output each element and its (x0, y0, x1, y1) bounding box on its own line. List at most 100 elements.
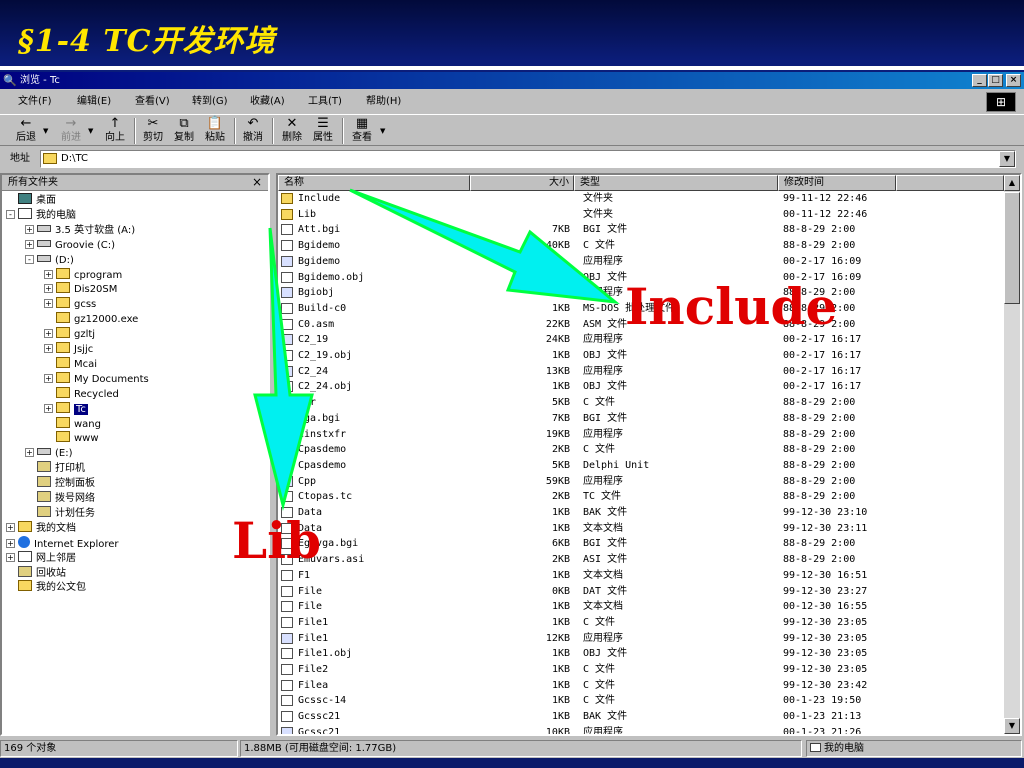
file-row[interactable]: File1 12KB 应用程序 99-12-30 23:05 (278, 631, 1004, 647)
close-button[interactable]: × (1006, 74, 1021, 87)
tree-node[interactable]: Recycled (44, 386, 119, 402)
expand-icon[interactable]: + (25, 224, 34, 234)
vertical-scrollbar[interactable]: ▲ ▼ (1004, 175, 1020, 734)
tree-node[interactable]: + Groovie (C:) (25, 238, 115, 253)
file-row[interactable]: Filea 1KB C 文件 99-12-30 23:42 (278, 678, 1004, 694)
up-button[interactable]: ↑ 向上 (100, 116, 130, 146)
tree-node[interactable]: www (44, 431, 99, 446)
file-row[interactable]: Bgidemo 应用程序 00-2-17 16:09 (278, 254, 1004, 270)
tree-node[interactable]: + My Documents (44, 371, 149, 387)
file-row[interactable]: Lib 文件夹 00-11-12 22:46 (278, 207, 1004, 223)
tree-node[interactable]: 回收站 (6, 565, 66, 581)
file-row[interactable]: Data 1KB 文本文档 99-12-30 23:11 (278, 521, 1004, 537)
expand-icon[interactable]: + (44, 403, 53, 413)
menu-help[interactable]: 帮助(H) (366, 95, 401, 109)
file-row[interactable]: File1.obj 1KB OBJ 文件 99-12-30 23:05 (278, 646, 1004, 662)
scroll-down-button[interactable]: ▼ (1004, 718, 1020, 734)
tree-node[interactable]: - 我的电脑 (6, 207, 76, 223)
undo-button[interactable]: ↶ 撤消 (239, 116, 267, 146)
delete-button[interactable]: ✕ 删除 (278, 116, 306, 146)
tree-node[interactable]: + Dis20SM (44, 282, 117, 297)
expand-icon[interactable]: + (44, 284, 53, 294)
file-row[interactable]: Bgidemo 40KB C 文件 88-8-29 2:00 (278, 238, 1004, 254)
column-header-type[interactable]: 类型 (574, 175, 778, 191)
menu-file[interactable]: 文件(F) (18, 95, 52, 109)
file-row[interactable]: Car 5KB C 文件 88-8-29 2:00 (278, 395, 1004, 411)
tree-node[interactable]: + gzltj (44, 327, 95, 342)
file-row[interactable]: Cpp 59KB 应用程序 88-8-29 2:00 (278, 474, 1004, 490)
file-row[interactable]: Cinstxfr 19KB 应用程序 88-8-29 2:00 (278, 427, 1004, 443)
menu-edit[interactable]: 编辑(E) (77, 95, 111, 109)
close-pane-icon[interactable]: × (252, 175, 262, 190)
tree-node[interactable]: 拨号网络 (25, 491, 95, 506)
file-row[interactable]: Egavga.bgi 6KB BGI 文件 88-8-29 2:00 (278, 536, 1004, 552)
copy-button[interactable]: ⧉ 复制 (170, 116, 198, 146)
file-row[interactable]: Emuvars.asi 2KB ASI 文件 88-8-29 2:00 (278, 552, 1004, 568)
tree-node[interactable]: 计划任务 (25, 505, 95, 521)
paste-button[interactable]: 📋 粘贴 (201, 116, 229, 146)
menu-view[interactable]: 查看(V) (135, 95, 170, 109)
tree-node[interactable]: +3.5 英寸软盘 (A:) (25, 223, 135, 238)
file-row[interactable]: File 1KB 文本文档 00-12-30 16:55 (278, 599, 1004, 615)
tree-node[interactable]: + (E:) (25, 446, 73, 461)
column-header-size[interactable]: 大小 (470, 175, 574, 191)
address-input[interactable]: D:\TC ▼ (40, 150, 1016, 168)
file-row[interactable]: F1 1KB 文本文档 99-12-30 16:51 (278, 568, 1004, 584)
file-row[interactable]: C2_24.obj 1KB OBJ 文件 00-2-17 16:17 (278, 379, 1004, 395)
tree-node[interactable]: Mcai (44, 356, 97, 372)
forward-button[interactable]: → 前进 (55, 116, 87, 146)
expand-icon[interactable]: + (44, 269, 53, 279)
tree-node[interactable]: gz12000.exe (44, 312, 138, 327)
back-dropdown-icon[interactable]: ▼ (43, 127, 48, 135)
file-row[interactable]: Gcssc21 10KB 应用程序 00-1-23 21:26 (278, 725, 1004, 734)
tree-node[interactable]: + 网上邻居 (6, 550, 76, 566)
menu-go[interactable]: 转到(G) (192, 95, 228, 109)
column-header-modified[interactable]: 修改时间 (778, 175, 896, 191)
collapse-icon[interactable]: - (6, 209, 15, 219)
views-button[interactable]: ▦ 查看 (347, 116, 377, 146)
cut-button[interactable]: ✂ 剪切 (139, 116, 167, 146)
tree-node[interactable]: + Jsjjc (44, 342, 93, 357)
file-row[interactable]: Bgidemo.obj OBJ 文件 00-2-17 16:09 (278, 270, 1004, 286)
file-row[interactable]: C0.asm 22KB ASM 文件 88-8-29 2:00 (278, 317, 1004, 333)
views-dropdown-icon[interactable]: ▼ (380, 127, 385, 135)
maximize-button[interactable]: □ (988, 74, 1003, 87)
tree-node[interactable]: 控制面板 (25, 476, 95, 491)
scroll-thumb[interactable] (1004, 192, 1020, 304)
expand-icon[interactable]: + (6, 538, 15, 548)
expand-icon[interactable]: + (44, 329, 53, 339)
file-row[interactable]: Ctopas.tc 2KB TC 文件 88-8-29 2:00 (278, 489, 1004, 505)
file-row[interactable]: C2_19.obj 1KB OBJ 文件 00-2-17 16:17 (278, 348, 1004, 364)
column-header-name[interactable]: 名称 (278, 175, 470, 191)
expand-icon[interactable]: + (44, 299, 53, 309)
expand-icon[interactable]: + (25, 448, 34, 458)
forward-dropdown-icon[interactable]: ▼ (88, 127, 93, 135)
scroll-up-button[interactable]: ▲ (1004, 175, 1020, 191)
tree-node[interactable]: 我的公文包 (6, 580, 86, 595)
tree-node[interactable]: + gcss (44, 297, 96, 312)
file-row[interactable]: File1 1KB C 文件 99-12-30 23:05 (278, 615, 1004, 631)
back-button[interactable]: ← 后退 (10, 116, 42, 146)
tree-node[interactable]: - (D:) (25, 253, 74, 268)
expand-icon[interactable]: + (25, 239, 34, 249)
tree-node[interactable]: + Tc (44, 401, 88, 417)
tree-node[interactable]: + Internet Explorer (6, 535, 119, 551)
collapse-icon[interactable]: - (25, 254, 34, 264)
expand-icon[interactable]: + (6, 552, 15, 562)
expand-icon[interactable]: + (44, 373, 53, 383)
menu-favorites[interactable]: 收藏(A) (250, 95, 285, 109)
expand-icon[interactable]: + (44, 344, 53, 353)
file-row[interactable]: Data 1KB BAK 文件 99-12-30 23:10 (278, 505, 1004, 521)
menu-tools[interactable]: 工具(T) (308, 95, 342, 109)
tree-node[interactable]: wang (44, 416, 101, 432)
file-row[interactable]: Gcssc21 1KB BAK 文件 00-1-23 21:13 (278, 709, 1004, 725)
file-row[interactable]: Gcssc-14 1KB C 文件 00-1-23 19:50 (278, 693, 1004, 709)
tree-node[interactable]: + cprogram (44, 267, 122, 283)
file-row[interactable]: File2 1KB C 文件 99-12-30 23:05 (278, 662, 1004, 678)
file-row[interactable]: C2_24 13KB 应用程序 00-2-17 16:17 (278, 364, 1004, 380)
file-row[interactable]: Bgiobj 12KB 应用程序 88-8-29 2:00 (278, 285, 1004, 301)
properties-button[interactable]: ☰ 属性 (309, 116, 337, 146)
file-row[interactable]: Build-c0 1KB MS-DOS 批处理文件 88-8-29 2:00 (278, 301, 1004, 317)
file-row[interactable]: Cpasdemo 2KB C 文件 88-8-29 2:00 (278, 442, 1004, 458)
file-row[interactable]: Att.bgi 7KB BGI 文件 88-8-29 2:00 (278, 222, 1004, 238)
